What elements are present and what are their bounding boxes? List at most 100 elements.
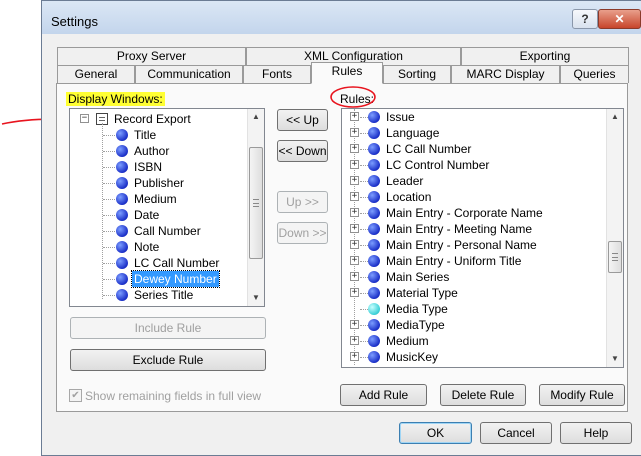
expand-icon[interactable]: +	[350, 112, 359, 121]
rule-node-icon	[368, 191, 380, 203]
expand-icon[interactable]: +	[350, 336, 359, 345]
expand-icon[interactable]: +	[350, 144, 359, 153]
display-windows-scrollbar[interactable]: ▲ ▼	[247, 109, 264, 306]
rule-node-icon	[368, 239, 380, 251]
display-window-item-label: Call Number	[134, 224, 201, 238]
tree-connector	[103, 247, 115, 248]
tab-label: Rules	[331, 64, 363, 78]
scroll-up-arrow-icon[interactable]: ▲	[248, 109, 264, 125]
annotation-circle	[330, 86, 376, 108]
tab-label: Fonts	[261, 67, 292, 81]
scroll-up-arrow-icon[interactable]: ▲	[607, 109, 623, 125]
rule-node-icon	[368, 255, 380, 267]
rule-item-label: Medium	[386, 334, 429, 348]
modify-rule-button[interactable]: Modify Rule	[539, 384, 625, 406]
tree-connector	[103, 279, 115, 280]
expand-icon[interactable]: +	[350, 128, 359, 137]
tree-connector	[360, 261, 368, 262]
show-remaining-label: Show remaining fields in full view	[85, 389, 262, 403]
tree-connector	[102, 123, 103, 299]
expand-icon[interactable]: +	[350, 272, 359, 281]
field-node-icon	[116, 129, 128, 141]
button-label: Cancel	[497, 426, 535, 440]
display-window-item-label: Title	[134, 128, 157, 142]
move-up-left-button[interactable]: << Up	[277, 109, 328, 131]
expand-icon[interactable]: +	[350, 352, 359, 361]
display-window-item-label: Publisher	[134, 176, 185, 190]
tab-exporting[interactable]: Exporting	[461, 47, 629, 65]
cancel-button[interactable]: Cancel	[480, 422, 552, 444]
tab-queries[interactable]: Queries	[560, 65, 629, 83]
expand-icon[interactable]: +	[350, 176, 359, 185]
tree-connector	[103, 199, 115, 200]
field-node-icon	[116, 225, 128, 237]
tree-connector	[360, 325, 368, 326]
tab-sorting[interactable]: Sorting	[383, 65, 451, 83]
expand-icon[interactable]: +	[350, 240, 359, 249]
tab-label: MARC Display	[466, 67, 545, 81]
rules-tree[interactable]: ▲ ▼ + Issue + Language + LC Call Number + LC Co…	[341, 108, 624, 368]
rule-item-label: Main Entry - Meeting Name	[386, 222, 533, 236]
tree-connector	[360, 309, 368, 310]
expand-icon[interactable]: +	[350, 192, 359, 201]
rule-item-label: Issue	[386, 110, 415, 124]
move-up-right-button[interactable]: Up >>	[277, 191, 328, 213]
tab-marc-display[interactable]: MARC Display	[451, 65, 560, 83]
display-window-item-label: LC Call Number	[134, 256, 220, 270]
delete-rule-button[interactable]: Delete Rule	[440, 384, 526, 406]
expand-icon[interactable]: +	[350, 320, 359, 329]
scroll-down-arrow-icon[interactable]: ▼	[248, 290, 264, 306]
close-button[interactable]: ✕	[598, 9, 641, 29]
collapse-icon[interactable]: −	[80, 114, 89, 123]
scroll-thumb[interactable]	[249, 147, 263, 259]
add-rule-button[interactable]: Add Rule	[340, 384, 427, 406]
rule-node-icon	[368, 287, 380, 299]
display-window-item-label: Author	[134, 144, 170, 158]
button-label: Exclude Rule	[132, 353, 204, 367]
expand-icon[interactable]: +	[350, 208, 359, 217]
button-label: << Down	[278, 144, 327, 158]
tree-connector	[360, 133, 368, 134]
expand-icon[interactable]: +	[350, 256, 359, 265]
tree-connector	[103, 215, 115, 216]
tab-fonts[interactable]: Fonts	[243, 65, 311, 83]
field-node-icon	[116, 273, 128, 285]
button-label: OK	[426, 426, 445, 440]
scroll-thumb[interactable]	[608, 241, 622, 273]
help-title-button[interactable]: ?	[572, 9, 598, 29]
rule-item-label: MediaType	[386, 318, 445, 332]
rule-node-icon	[368, 127, 380, 139]
help-button[interactable]: Help	[560, 422, 632, 444]
display-windows-tree[interactable]: ▲ ▼ − Record Export Title Author ISBN Publish…	[69, 108, 265, 307]
display-window-item-label: Series Title	[134, 288, 194, 302]
rule-node-icon	[368, 159, 380, 171]
expand-icon[interactable]: +	[350, 224, 359, 233]
button-label: Down >>	[278, 226, 327, 240]
include-rule-button[interactable]: Include Rule	[70, 317, 266, 339]
close-icon: ✕	[614, 12, 625, 26]
tab-rules[interactable]: Rules	[311, 62, 383, 84]
tree-connector	[360, 117, 368, 118]
expand-icon[interactable]: +	[350, 288, 359, 297]
tab-proxy-server[interactable]: Proxy Server	[57, 47, 246, 65]
ok-button[interactable]: OK	[399, 422, 472, 444]
rule-item-label: Location	[386, 190, 432, 204]
show-remaining-checkbox[interactable]: ✔	[69, 389, 82, 402]
field-node-icon	[116, 177, 128, 189]
tab-label: Exporting	[519, 49, 571, 63]
checkmark-icon: ✔	[71, 390, 80, 401]
exclude-rule-button[interactable]: Exclude Rule	[70, 349, 266, 371]
tree-connector	[360, 229, 368, 230]
move-down-left-button[interactable]: << Down	[277, 140, 328, 162]
rules-scrollbar[interactable]: ▲ ▼	[606, 109, 623, 367]
tab-general[interactable]: General	[57, 65, 135, 83]
field-node-icon	[116, 289, 128, 301]
tree-connector	[103, 135, 115, 136]
display-windows-label: Display Windows:	[66, 92, 165, 106]
scroll-down-arrow-icon[interactable]: ▼	[607, 351, 623, 367]
field-node-icon	[116, 193, 128, 205]
tree-connector	[103, 183, 115, 184]
expand-icon[interactable]: +	[350, 160, 359, 169]
tab-communication[interactable]: Communication	[135, 65, 243, 83]
move-down-right-button[interactable]: Down >>	[277, 222, 328, 244]
